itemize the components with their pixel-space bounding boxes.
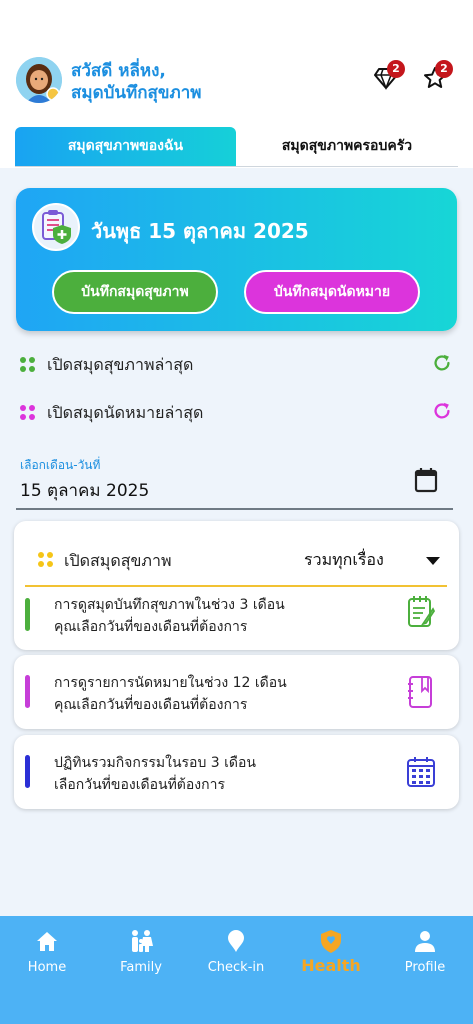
header: สวัสดี หลี่หง, สมุดบันทึกสุขภาพ 2 2 สมุด… bbox=[0, 0, 473, 168]
open-health-book-label: เปิดสมุดสุขภาพ bbox=[64, 551, 172, 570]
activity-calendar-subtitle: เลือกวันที่ของเดือนที่ต้องการ bbox=[54, 777, 226, 793]
nav-health-label: Health bbox=[301, 956, 361, 975]
activity-calendar-title: ปฏิทินรวมกิจกรรมในรอบ 3 เดือน bbox=[54, 755, 257, 771]
pin-icon bbox=[228, 930, 244, 952]
notepad-icon[interactable] bbox=[406, 595, 436, 629]
greeting-line-1: สวัสดี หลี่หง, bbox=[71, 61, 166, 81]
date-field-value[interactable]: 15 ตุลาคม 2025 bbox=[20, 477, 149, 504]
grid-dots-icon bbox=[20, 405, 36, 421]
nav-family-label: Family bbox=[120, 960, 162, 975]
person-icon bbox=[415, 931, 435, 952]
grid-dots-icon bbox=[20, 357, 36, 373]
appointment-panel[interactable]: การดูรายการนัดหมายในช่วง 12 เดือน คุณเลื… bbox=[14, 655, 459, 729]
green-accent-bar bbox=[25, 598, 30, 631]
date-field-underline bbox=[16, 508, 453, 510]
tab-my-health[interactable]: สมุดสุขภาพของฉัน bbox=[15, 127, 236, 166]
health-book-panel: เปิดสมุดสุขภาพ รวมทุกเรื่อง การดูสมุดบัน… bbox=[14, 521, 459, 650]
user-avatar[interactable] bbox=[16, 57, 62, 103]
nav-home[interactable]: Home bbox=[0, 916, 94, 986]
open-latest-health-row[interactable]: เปิดสมุดสุขภาพล่าสุด bbox=[20, 349, 453, 379]
shield-icon bbox=[321, 930, 341, 953]
select-underline bbox=[25, 585, 447, 587]
health-history-title[interactable]: การดูสมุดบันทึกสุขภาพในช่วง 3 เดือน bbox=[54, 594, 285, 616]
star-badge: 2 bbox=[435, 60, 453, 78]
tab-family-health[interactable]: สมุดสุขภาพครอบครัว bbox=[236, 127, 458, 166]
home-icon bbox=[37, 932, 57, 951]
health-history-subtitle: คุณเลือกวันที่ของเดือนที่ต้องการ bbox=[54, 619, 248, 635]
diamond-badge: 2 bbox=[387, 60, 405, 78]
nav-profile-label: Profile bbox=[404, 960, 446, 975]
nav-check-in-label: Check-in bbox=[207, 960, 265, 975]
activity-calendar-panel[interactable]: ปฏิทินรวมกิจกรรมในรอบ 3 เดือน เลือกวันที… bbox=[14, 735, 459, 809]
blue-accent-bar bbox=[25, 755, 30, 788]
nav-profile[interactable]: Profile bbox=[378, 916, 472, 986]
date-field-label: เลือกเดือน-วันที่ bbox=[20, 458, 101, 472]
greeting-line-2: สมุดบันทึกสุขภาพ bbox=[71, 83, 202, 103]
current-date-title: วันพุธ 15 ตุลาคม 2025 bbox=[91, 219, 309, 243]
chevron-down-icon[interactable] bbox=[426, 557, 440, 565]
open-latest-appointment-label: เปิดสมุดนัดหมายล่าสุด bbox=[47, 403, 204, 422]
nav-family[interactable]: Family bbox=[94, 916, 188, 986]
record-appointment-button[interactable]: บันทึกสมุดนัดหมาย bbox=[244, 270, 420, 314]
nav-home-label: Home bbox=[27, 960, 67, 975]
open-latest-health-label: เปิดสมุดสุขภาพล่าสุด bbox=[47, 355, 194, 374]
category-select[interactable]: รวมทุกเรื่อง bbox=[304, 548, 384, 573]
record-health-button[interactable]: บันทึกสมุดสุขภาพ bbox=[52, 270, 218, 314]
nav-health[interactable]: Health bbox=[284, 916, 378, 986]
nav-check-in[interactable]: Check-in bbox=[189, 916, 283, 986]
calendar-grid-icon[interactable] bbox=[406, 755, 436, 789]
date-card: วันพุธ 15 ตุลาคม 2025 บันทึกสมุดสุขภาพ บ… bbox=[16, 188, 457, 331]
appointment-title: การดูรายการนัดหมายในช่วง 12 เดือน bbox=[54, 675, 287, 691]
notebook-icon[interactable] bbox=[406, 675, 436, 709]
bottom-nav: Home Family Check-in Health Profile bbox=[0, 916, 473, 1024]
health-record-icon bbox=[32, 203, 80, 251]
greeting: สวัสดี หลี่หง, สมุดบันทึกสุขภาพ bbox=[71, 60, 202, 104]
tab-bar: สมุดสุขภาพของฉัน สมุดสุขภาพครอบครัว bbox=[15, 127, 458, 167]
appointment-subtitle: คุณเลือกวันที่ของเดือนที่ต้องการ bbox=[54, 697, 248, 713]
refresh-icon[interactable] bbox=[431, 352, 453, 374]
family-icon bbox=[132, 930, 153, 952]
calendar-icon[interactable] bbox=[414, 467, 438, 493]
grid-dots-icon bbox=[38, 552, 54, 568]
refresh-icon[interactable] bbox=[431, 400, 453, 422]
purple-accent-bar bbox=[25, 675, 30, 708]
open-latest-appointment-row[interactable]: เปิดสมุดนัดหมายล่าสุด bbox=[20, 397, 453, 427]
